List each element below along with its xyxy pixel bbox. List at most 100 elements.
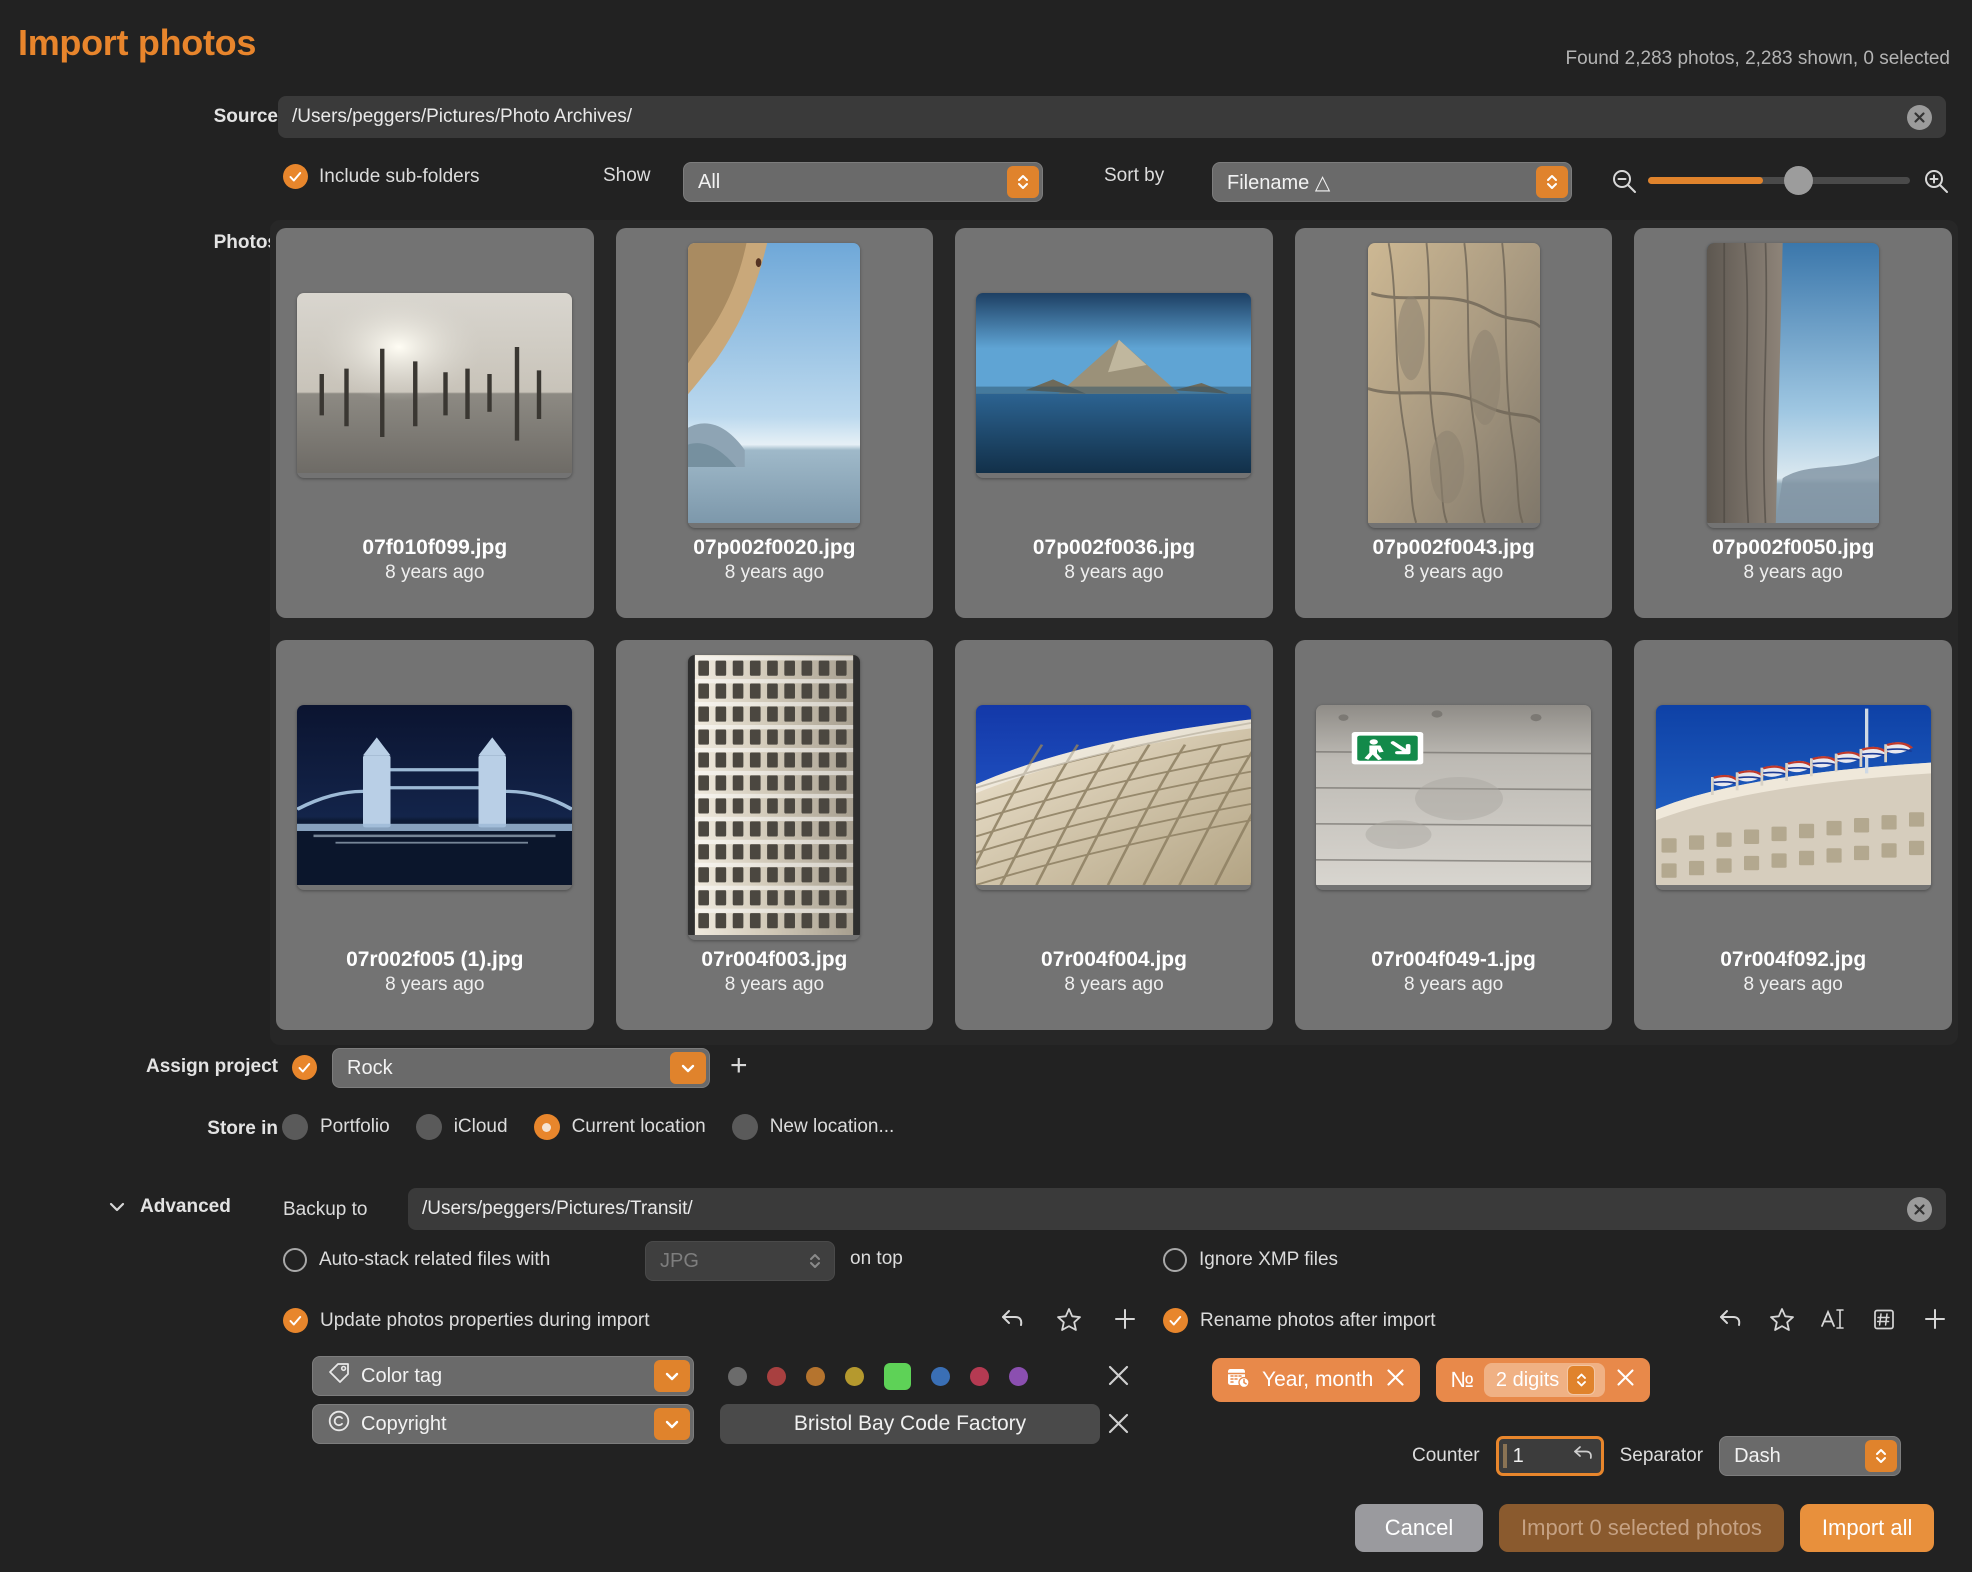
star-icon[interactable] [1769, 1307, 1795, 1332]
backup-to-input[interactable]: /Users/peggers/Pictures/Transit/ [408, 1188, 1946, 1230]
chevron-updown-icon[interactable] [1007, 166, 1039, 198]
color-swatch[interactable] [884, 1362, 911, 1390]
assign-project-checkbox[interactable] [292, 1055, 317, 1080]
color-swatch[interactable] [845, 1366, 864, 1386]
photo-cell[interactable]: 07p002f0020.jpg 8 years ago [615, 228, 934, 618]
cancel-button[interactable]: Cancel [1355, 1504, 1483, 1552]
remove-color-tag-button[interactable] [1106, 1363, 1131, 1393]
color-swatch[interactable] [1009, 1366, 1028, 1386]
token-digits-select[interactable]: 2 digits [1483, 1363, 1606, 1397]
chevron-down-icon[interactable] [654, 1408, 690, 1440]
plus-icon[interactable] [1112, 1306, 1138, 1332]
color-swatch[interactable] [806, 1366, 825, 1386]
photo-cell[interactable]: 07p002f0036.jpg 8 years ago [955, 228, 1273, 618]
color-swatch[interactable] [767, 1366, 786, 1386]
color-swatch[interactable] [970, 1366, 989, 1386]
photo-filename: 07r004f049-1.jpg [1371, 948, 1536, 971]
autostack-checkbox[interactable]: Auto-stack related files with [283, 1248, 550, 1272]
separator-select[interactable]: Dash [1719, 1436, 1902, 1476]
photo-cell[interactable]: 07p002f0050.jpg 8 years ago [1634, 228, 1952, 618]
photo-thumbnail[interactable] [688, 242, 861, 528]
photo-thumbnail[interactable] [976, 292, 1252, 478]
token-year-month-label: Year, month [1262, 1368, 1374, 1391]
token-counter[interactable]: № 2 digits [1436, 1358, 1651, 1402]
chevron-down-icon[interactable] [670, 1052, 706, 1084]
photo-thumbnail[interactable] [297, 292, 573, 478]
source-input[interactable]: /Users/peggers/Pictures/Photo Archives/ [278, 96, 1946, 138]
update-props-label: Update photos properties during import [320, 1309, 650, 1331]
token-year-month[interactable]: Year, month [1212, 1358, 1421, 1402]
zoom-out-icon[interactable] [1610, 167, 1638, 200]
update-props-checkbox[interactable]: Update photos properties during import [283, 1308, 650, 1333]
ignore-xmp-checkbox[interactable]: Ignore XMP files [1163, 1248, 1338, 1272]
include-subfolders-checkbox[interactable]: Include sub-folders [283, 164, 480, 189]
chevron-down-icon[interactable] [654, 1360, 690, 1392]
photo-cell[interactable]: 07r004f049-1.jpg 8 years ago [1294, 640, 1613, 1030]
photo-cell[interactable]: 07r004f003.jpg 8 years ago [615, 640, 934, 1030]
close-icon[interactable] [1615, 1367, 1636, 1394]
copyright-select[interactable]: Copyright [312, 1404, 694, 1444]
chevron-updown-icon[interactable] [1567, 1365, 1596, 1395]
photo-thumbnail[interactable] [1367, 242, 1540, 528]
show-value: All [698, 170, 721, 193]
store-in-option-portfolio[interactable]: Portfolio [282, 1114, 390, 1140]
photo-filename: 07f010f099.jpg [362, 536, 508, 559]
plus-icon[interactable] [1922, 1306, 1948, 1332]
import-selected-button: Import 0 selected photos [1499, 1504, 1784, 1552]
add-project-button[interactable]: + [730, 1051, 748, 1081]
photo-thumbnail[interactable] [976, 704, 1252, 890]
photo-cell[interactable]: 07r004f092.jpg 8 years ago [1634, 640, 1952, 1030]
photo-thumbnail[interactable] [1316, 704, 1592, 890]
backup-to-label: Backup to [283, 1199, 368, 1220]
store-in-option-current-location[interactable]: Current location [533, 1114, 706, 1140]
zoom-slider-knob[interactable] [1783, 166, 1813, 195]
photo-cell[interactable]: 07f010f099.jpg 8 years ago [276, 228, 594, 618]
sort-select[interactable]: Filename △ [1212, 162, 1572, 202]
photo-cell[interactable]: 07p002f0043.jpg 8 years ago [1294, 228, 1613, 618]
undo-icon[interactable] [1573, 1444, 1595, 1468]
chevron-updown-icon[interactable] [1536, 166, 1568, 198]
assign-project-select[interactable]: Rock [332, 1048, 710, 1088]
color-tag-select[interactable]: Color tag [312, 1356, 694, 1396]
text-caret [1502, 1444, 1507, 1468]
photo-grid-container: 07f010f099.jpg 8 years ago 07p002f0020.jp… [270, 220, 1958, 1045]
zoom-in-icon[interactable] [1922, 167, 1950, 200]
store-in-option-icloud[interactable]: iCloud [415, 1114, 508, 1140]
store-in-option-label: Current location [571, 1116, 706, 1137]
counter-label: Counter [1412, 1445, 1480, 1466]
rename-checkbox[interactable]: Rename photos after import [1163, 1308, 1436, 1333]
close-circle-icon[interactable] [1907, 1196, 1932, 1222]
undo-icon[interactable] [1718, 1307, 1744, 1331]
import-all-button[interactable]: Import all [1799, 1504, 1935, 1552]
photo-thumbnail[interactable] [688, 654, 861, 940]
undo-icon[interactable] [1000, 1307, 1026, 1331]
show-select[interactable]: All [683, 162, 1043, 202]
photo-thumbnail-box [1305, 240, 1603, 530]
photo-filename: 07r002f005 (1).jpg [346, 948, 524, 971]
photo-thumbnail[interactable] [297, 704, 573, 890]
chevron-updown-icon[interactable] [1865, 1440, 1898, 1472]
color-swatch[interactable] [728, 1366, 747, 1386]
copyright-value-input[interactable]: Bristol Bay Code Factory [720, 1404, 1100, 1444]
store-in-option-new-location[interactable]: New location... [731, 1114, 894, 1140]
photo-thumbnail[interactable] [1707, 242, 1880, 528]
photo-cell[interactable]: 07r002f005 (1).jpg 8 years ago [276, 640, 594, 1030]
photo-grid: 07f010f099.jpg 8 years ago 07p002f0020.jp… [276, 228, 1952, 1030]
assign-project-row: Assign project Rock + [0, 1048, 1972, 1088]
check-icon [292, 1055, 317, 1080]
counter-input[interactable]: 1 [1495, 1436, 1604, 1476]
chevron-updown-icon [799, 1245, 831, 1277]
close-icon[interactable] [1385, 1367, 1406, 1394]
remove-copyright-button[interactable] [1106, 1411, 1131, 1441]
zoom-slider-track[interactable] [1648, 177, 1910, 184]
advanced-disclosure[interactable]: Advanced [108, 1196, 231, 1218]
photo-thumbnail-box [286, 240, 584, 530]
copyright-row: Copyright Bristol Bay Code Factory [312, 1404, 1100, 1444]
star-icon[interactable] [1056, 1307, 1082, 1332]
text-cursor-icon[interactable] [1820, 1307, 1846, 1332]
photo-thumbnail[interactable] [1655, 704, 1931, 890]
number-box-icon[interactable] [1871, 1307, 1897, 1332]
color-swatch[interactable] [931, 1366, 950, 1386]
photo-cell[interactable]: 07r004f004.jpg 8 years ago [955, 640, 1273, 1030]
close-circle-icon[interactable] [1907, 104, 1932, 130]
